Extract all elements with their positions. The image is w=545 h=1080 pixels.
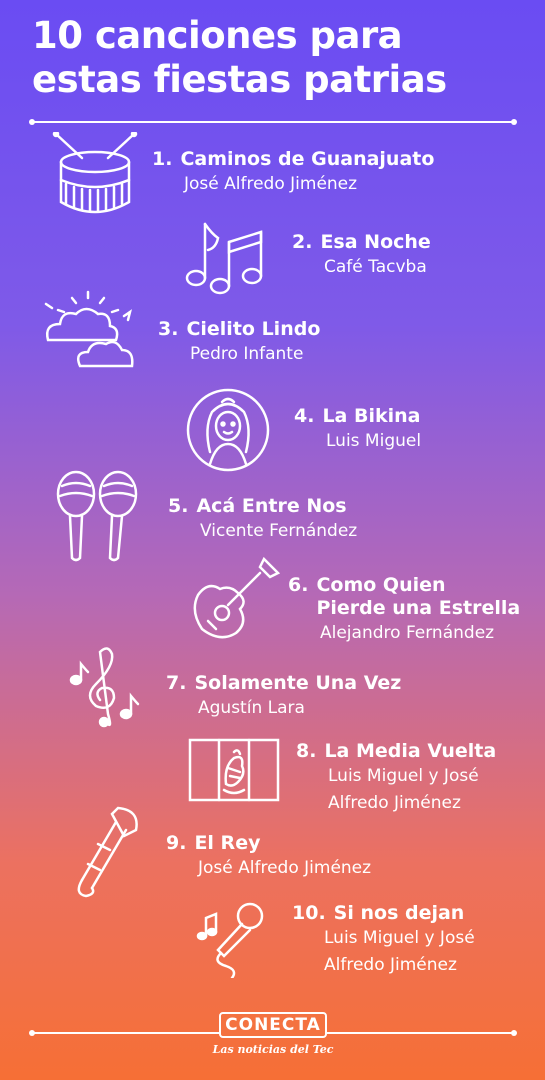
song-artist: Vicente Fernández: [200, 521, 358, 541]
conecta-logo: CONECTA: [219, 1012, 327, 1038]
song-title: 6. Como Quien Pierde una Estrella: [288, 574, 538, 620]
song-title-text: La Media Vuelta: [324, 740, 497, 762]
song-item-1: 1. Caminos de Guanajuato José Alfredo Jim…: [152, 148, 434, 198]
song-number: 6.: [288, 574, 309, 596]
treble-clef-icon: [68, 644, 142, 730]
song-number: 1.: [152, 148, 173, 170]
song-title-text: El Rey: [194, 832, 261, 854]
song-artist: Luis Miguel: [326, 431, 422, 451]
song-number: 10.: [292, 902, 326, 924]
song-item-4: 4. La Bikina Luis Miguel: [294, 405, 421, 455]
drum-icon: [52, 132, 138, 218]
song-artist: Luis Miguel y José Alfredo Jiménez: [328, 763, 496, 817]
maracas-icon: [54, 470, 140, 562]
song-number: 3.: [158, 318, 179, 340]
song-title: 3. Cielito Lindo: [158, 318, 320, 341]
song-item-10: 10. Si nos dejan Luis Miguel y José Alfre…: [292, 902, 475, 979]
song-number: 2.: [292, 231, 313, 253]
song-item-9: 9. El Rey José Alfredo Jiménez: [166, 832, 371, 882]
song-artist-line: Luis Miguel y José: [324, 928, 475, 948]
song-number: 7.: [166, 672, 187, 694]
song-title-line: Pierde una Estrella: [316, 597, 521, 619]
song-title: 9. El Rey: [166, 832, 371, 855]
song-item-6: 6. Como Quien Pierde una Estrella Alejan…: [288, 574, 538, 647]
song-title-text: La Bikina: [322, 405, 421, 427]
song-title-text: Solamente Una Vez: [194, 672, 402, 694]
song-artist-line: Alfredo Jiménez: [328, 793, 461, 813]
song-title-text: Acá Entre Nos: [196, 495, 347, 517]
trombone-icon: [68, 806, 142, 898]
woman-portrait-icon: [186, 388, 270, 472]
song-artist: José Alfredo Jiménez: [184, 174, 358, 194]
song-title: 5. Acá Entre Nos: [168, 495, 357, 518]
song-title: 8. La Media Vuelta: [296, 740, 496, 763]
song-artist-line: Luis Miguel y José: [328, 766, 479, 786]
song-title-text: Si nos dejan: [333, 902, 465, 924]
song-title: 2. Esa Noche: [292, 231, 431, 254]
song-artist: Café Tacvba: [324, 257, 427, 277]
song-title-text: Caminos de Guanajuato: [180, 148, 435, 170]
song-title-text: Cielito Lindo: [186, 318, 321, 340]
title-line-1: 10 canciones para: [32, 14, 403, 57]
song-artist: José Alfredo Jiménez: [198, 858, 372, 878]
song-title: 10. Si nos dejan: [292, 902, 475, 925]
song-artist: Agustín Lara: [198, 698, 305, 718]
song-title: 7. Solamente Una Vez: [166, 672, 401, 695]
song-artist-line: Alfredo Jiménez: [324, 955, 457, 975]
song-number: 5.: [168, 495, 189, 517]
song-item-8: 8. La Media Vuelta Luis Miguel y José Alf…: [296, 740, 496, 817]
song-artist: Pedro Infante: [190, 344, 304, 364]
clouds-sun-icon: [44, 290, 136, 372]
song-number: 9.: [166, 832, 187, 854]
song-number: 4.: [294, 405, 315, 427]
song-item-3: 3. Cielito Lindo Pedro Infante: [158, 318, 320, 368]
tagline: Las noticias del Tec: [212, 1043, 334, 1056]
song-title: 4. La Bikina: [294, 405, 421, 428]
song-number: 8.: [296, 740, 317, 762]
top-divider: [29, 119, 517, 125]
microphone-icon: [196, 900, 268, 978]
title-line-2: estas fiestas patrias: [32, 58, 447, 101]
song-item-5: 5. Acá Entre Nos Vicente Fernández: [168, 495, 357, 545]
song-item-7: 7. Solamente Una Vez Agustín Lara: [166, 672, 401, 722]
song-title-text: Esa Noche: [320, 231, 431, 253]
guitar-icon: [186, 555, 282, 645]
song-title-line: Como Quien: [316, 574, 446, 596]
song-title: 1. Caminos de Guanajuato: [152, 148, 434, 171]
song-item-2: 2. Esa Noche Café Tacvba: [292, 231, 431, 281]
page-title: 10 canciones para estas fiestas patrias: [32, 14, 522, 102]
song-artist: Alejandro Fernández: [320, 623, 495, 643]
mexican-flag-icon: [188, 738, 280, 802]
song-title-text: Como Quien Pierde una Estrella: [316, 574, 520, 620]
song-artist: Luis Miguel y José Alfredo Jiménez: [324, 925, 475, 979]
music-notes-icon: [182, 216, 266, 298]
